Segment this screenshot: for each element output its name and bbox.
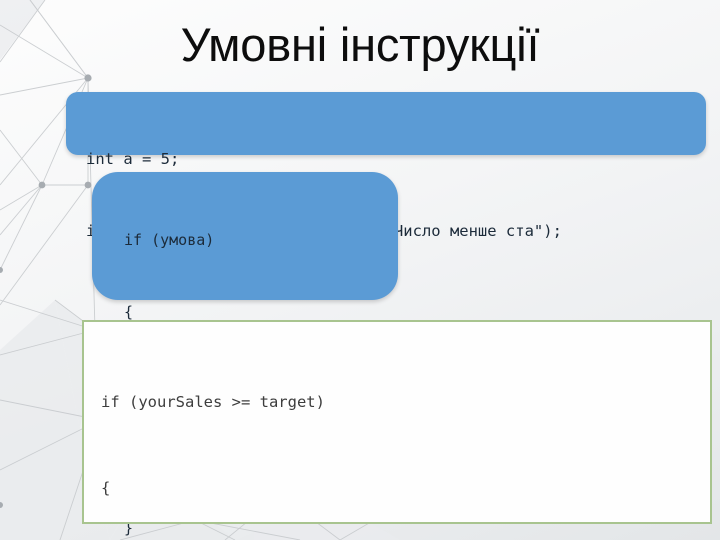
code-line: { bbox=[101, 478, 111, 497]
slide: Умовні інструкції int a = 5; if (a < 100… bbox=[0, 0, 720, 540]
code-block-simple-example: int a = 5; if (a < 100) System.out.print… bbox=[66, 92, 706, 240]
code-line: if (умова) bbox=[124, 231, 215, 249]
code-line: if (yourSales >= target) bbox=[101, 393, 325, 411]
page-title: Умовні інструкції bbox=[180, 18, 540, 71]
code-block-syntax-template: if (умова) { інструкція 1; інструкція n;… bbox=[92, 172, 398, 537]
code-block-sales-example: if (yourSales >= target) { performance =… bbox=[82, 320, 712, 524]
code-line: int a = 5; bbox=[86, 150, 180, 168]
